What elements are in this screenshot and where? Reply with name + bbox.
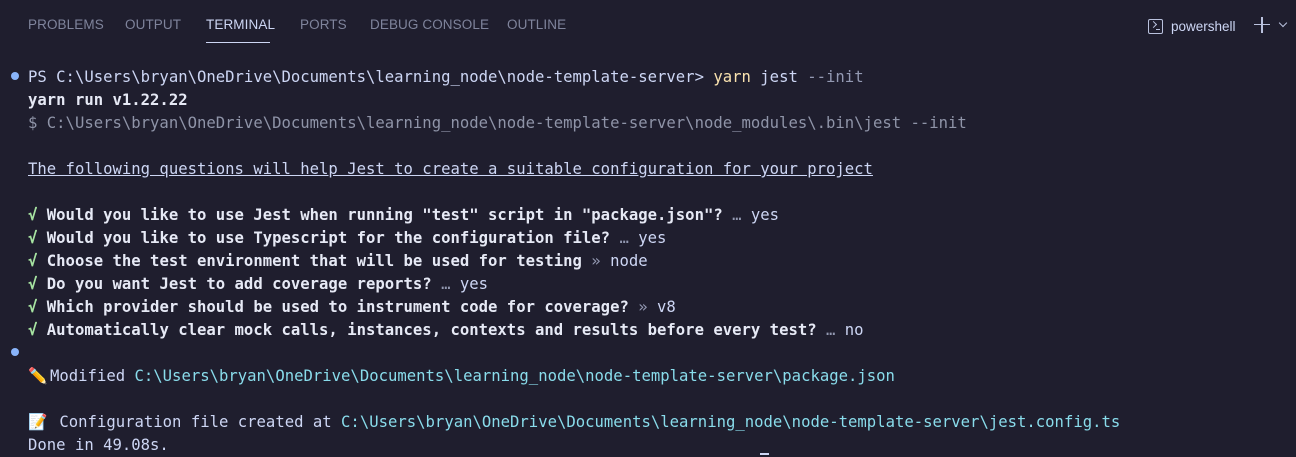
question-sep: » [628,298,658,316]
config-label: Configuration file created at [50,413,342,431]
question-line: √ Automatically clear mock calls, instan… [28,320,864,340]
command-line: PS C:\Users\bryan\OneDrive\Documents\lea… [28,67,864,87]
question-text: Choose the test environment that will be… [46,252,582,270]
command-decoration-dot[interactable] [11,72,19,80]
question-text: Which provider should be used to instrum… [46,298,629,316]
command-decoration-dot[interactable] [11,348,19,356]
question-sep: … [722,206,751,224]
config-path-link[interactable]: C:\Users\bryan\OneDrive\Documents\learni… [341,413,1120,431]
cmd-jest: jest [750,68,798,86]
question-text: Would you like to use Typescript for the… [46,229,611,247]
modified-line: ✏️ Modified C:\Users\bryan\OneDrive\Docum… [28,366,895,386]
check-icon: √ [28,275,38,293]
question-text: Do you want Jest to add coverage reports… [46,275,432,293]
prompt: PS C:\Users\bryan\OneDrive\Documents\lea… [28,68,714,86]
done-line: Done in 49.08s. [28,436,169,454]
question-sep: » [581,252,611,270]
check-icon: √ [28,321,38,339]
memo-icon: 📝 [28,413,48,431]
intro-line: The following questions will help Jest t… [28,160,873,178]
pencil-icon: ✏️ [28,367,48,385]
question-text: Automatically clear mock calls, instance… [46,321,817,339]
check-icon: √ [28,206,38,224]
question-answer: node [610,252,648,270]
exec-line: $ C:\Users\bryan\OneDrive\Documents\lear… [28,114,967,132]
question-answer: v8 [657,298,676,316]
check-icon: √ [28,252,38,270]
question-line: √ Would you like to use Typescript for t… [28,228,666,248]
check-icon: √ [28,298,38,316]
question-answer: no [844,321,864,339]
question-line: √ Would you like to use Jest when runnin… [28,205,779,225]
cmd-flag: --init [797,68,864,86]
question-sep: … [816,321,845,339]
modified-label: Modified [50,367,135,385]
check-icon: √ [28,229,38,247]
question-answer: yes [638,229,667,247]
terminal-cursor [760,453,769,455]
question-line: √ Choose the test environment that will … [28,251,648,271]
config-line: 📝 Configuration file created at C:\Users… [28,412,1120,432]
terminal-output[interactable]: PS C:\Users\bryan\OneDrive\Documents\lea… [0,0,1296,457]
question-sep: … [610,229,639,247]
modified-path-link[interactable]: C:\Users\bryan\OneDrive\Documents\learni… [135,367,895,385]
terminal-panel: PROBLEMS OUTPUT TERMINAL PORTS DEBUG CON… [0,0,1296,457]
question-line: √ Which provider should be used to instr… [28,297,676,317]
cmd-yarn: yarn [713,68,751,86]
question-answer: yes [459,275,489,293]
question-answer: yes [750,206,780,224]
question-text: Would you like to use Jest when running … [46,206,723,224]
question-line: √ Do you want Jest to add coverage repor… [28,274,488,294]
yarn-version-line: yarn run v1.22.22 [28,91,188,109]
question-sep: … [431,275,460,293]
